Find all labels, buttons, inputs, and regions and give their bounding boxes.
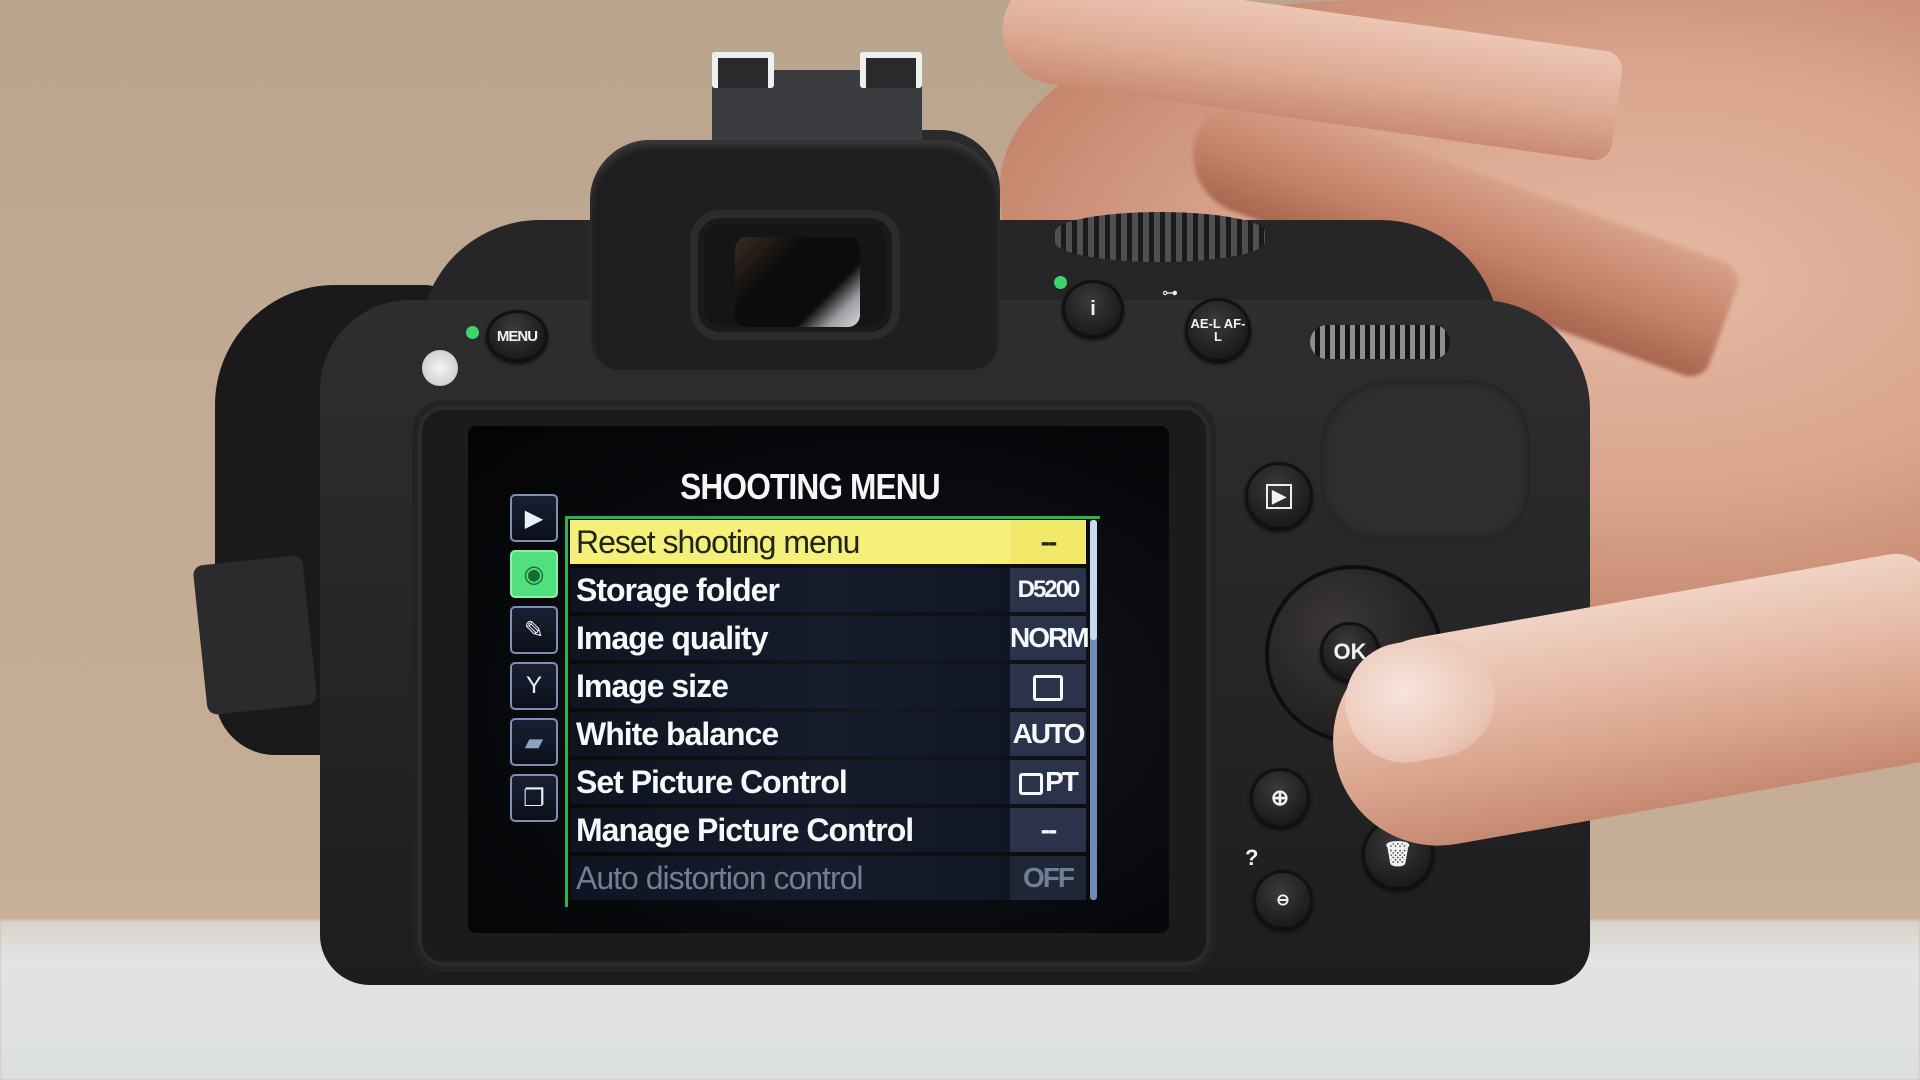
menu-item-label: Reset shooting menu — [576, 524, 860, 560]
zoom-in-icon: ⊕ — [1270, 785, 1290, 810]
menu-item-label: Image size — [576, 668, 729, 704]
menu-item-set-picture-control[interactable]: Set Picture Control PT — [570, 760, 1086, 804]
playback-icon: ▶ — [1266, 483, 1292, 509]
tab-playback-menu[interactable]: ▶ — [510, 494, 558, 542]
trash-icon: 🗑 — [1382, 840, 1414, 868]
recent-pages-icon: ❐ — [523, 784, 545, 812]
menu-title: SHOOTING MENU — [680, 466, 940, 507]
retouch-brush-icon: ▰ — [524, 728, 544, 756]
menu-item-reset-shooting-menu[interactable]: Reset shooting menu -- — [570, 520, 1086, 564]
playback-button[interactable]: ▶ — [1245, 462, 1313, 530]
zoom-out-icon: ⊖ — [1276, 892, 1290, 909]
tab-recent-settings-menu[interactable]: ❐ — [510, 774, 558, 822]
menu-item-storage-folder[interactable]: Storage folder D5200 — [570, 568, 1086, 612]
menu-item-value: NORM — [1010, 616, 1090, 660]
menu-item-image-quality[interactable]: Image quality NORM — [570, 616, 1090, 660]
menu-item-image-size[interactable]: Image size — [570, 664, 1086, 708]
menu-item-value: OFF — [1010, 856, 1086, 900]
menu-scrollbar-thumb[interactable] — [1090, 520, 1097, 640]
menu-item-label: White balance — [576, 716, 779, 752]
menu-button[interactable]: MENU — [486, 310, 548, 362]
thumb-grip — [1320, 380, 1530, 540]
ae-af-lock-button[interactable]: AE-L AF-L — [1185, 298, 1251, 362]
ambient-light-sensor — [422, 350, 458, 386]
wrench-icon: Y — [525, 672, 542, 699]
info-led-icon — [1054, 276, 1067, 289]
tab-custom-settings-menu[interactable]: ✎ — [510, 606, 558, 654]
menu-item-label: Auto distortion control — [576, 860, 864, 896]
menu-item-value: AUTO — [1010, 712, 1086, 756]
tab-shooting-menu[interactable]: ◉ — [510, 550, 558, 598]
menu-item-white-balance[interactable]: White balance AUTO — [570, 712, 1086, 756]
info-button[interactable]: i — [1062, 280, 1124, 338]
info-icon: i — [1090, 297, 1096, 320]
menu-item-manage-picture-control[interactable]: Manage Picture Control -- — [570, 808, 1086, 852]
menu-item-value: D5200 — [1010, 568, 1086, 612]
menu-item-label: Storage folder — [576, 572, 780, 608]
menu-item-label: Image quality — [576, 620, 769, 656]
hot-shoe-clip-right — [860, 52, 922, 88]
viewfinder-glass — [735, 237, 860, 327]
camera-icon: ◉ — [523, 560, 545, 588]
menu-item-value: -- — [1010, 808, 1086, 852]
power-led-icon — [466, 326, 479, 339]
image-size-large-icon — [1010, 664, 1086, 708]
help-label: ? — [1245, 845, 1259, 870]
zoom-out-thumbnail-button[interactable]: ⊖ — [1253, 870, 1313, 930]
zoom-in-button[interactable]: ⊕ — [1250, 768, 1310, 828]
menu-list: Reset shooting menu -- Storage folder D5… — [570, 520, 1090, 904]
tab-setup-menu[interactable]: Y — [510, 662, 558, 710]
menu-item-label: Set Picture Control — [576, 764, 848, 800]
command-dial[interactable] — [1310, 325, 1450, 359]
pencil-icon: ✎ — [523, 616, 545, 644]
strap-lug — [192, 554, 318, 716]
playback-icon: ▶ — [524, 504, 544, 532]
menu-item-label: Manage Picture Control — [576, 812, 914, 848]
tab-retouch-menu[interactable]: ▰ — [510, 718, 558, 766]
hot-shoe-clip-left — [712, 52, 774, 88]
menu-item-auto-distortion-control: Auto distortion control OFF — [570, 856, 1086, 900]
mode-dial[interactable] — [1055, 212, 1265, 262]
menu-item-value: -- — [1010, 520, 1086, 564]
protect-key-icon: ⊶ — [1162, 285, 1178, 302]
picture-control-portrait-icon: PT — [1010, 760, 1086, 804]
menu-tabs: ▶ ◉ ✎ Y ▰ ❐ — [510, 494, 558, 830]
